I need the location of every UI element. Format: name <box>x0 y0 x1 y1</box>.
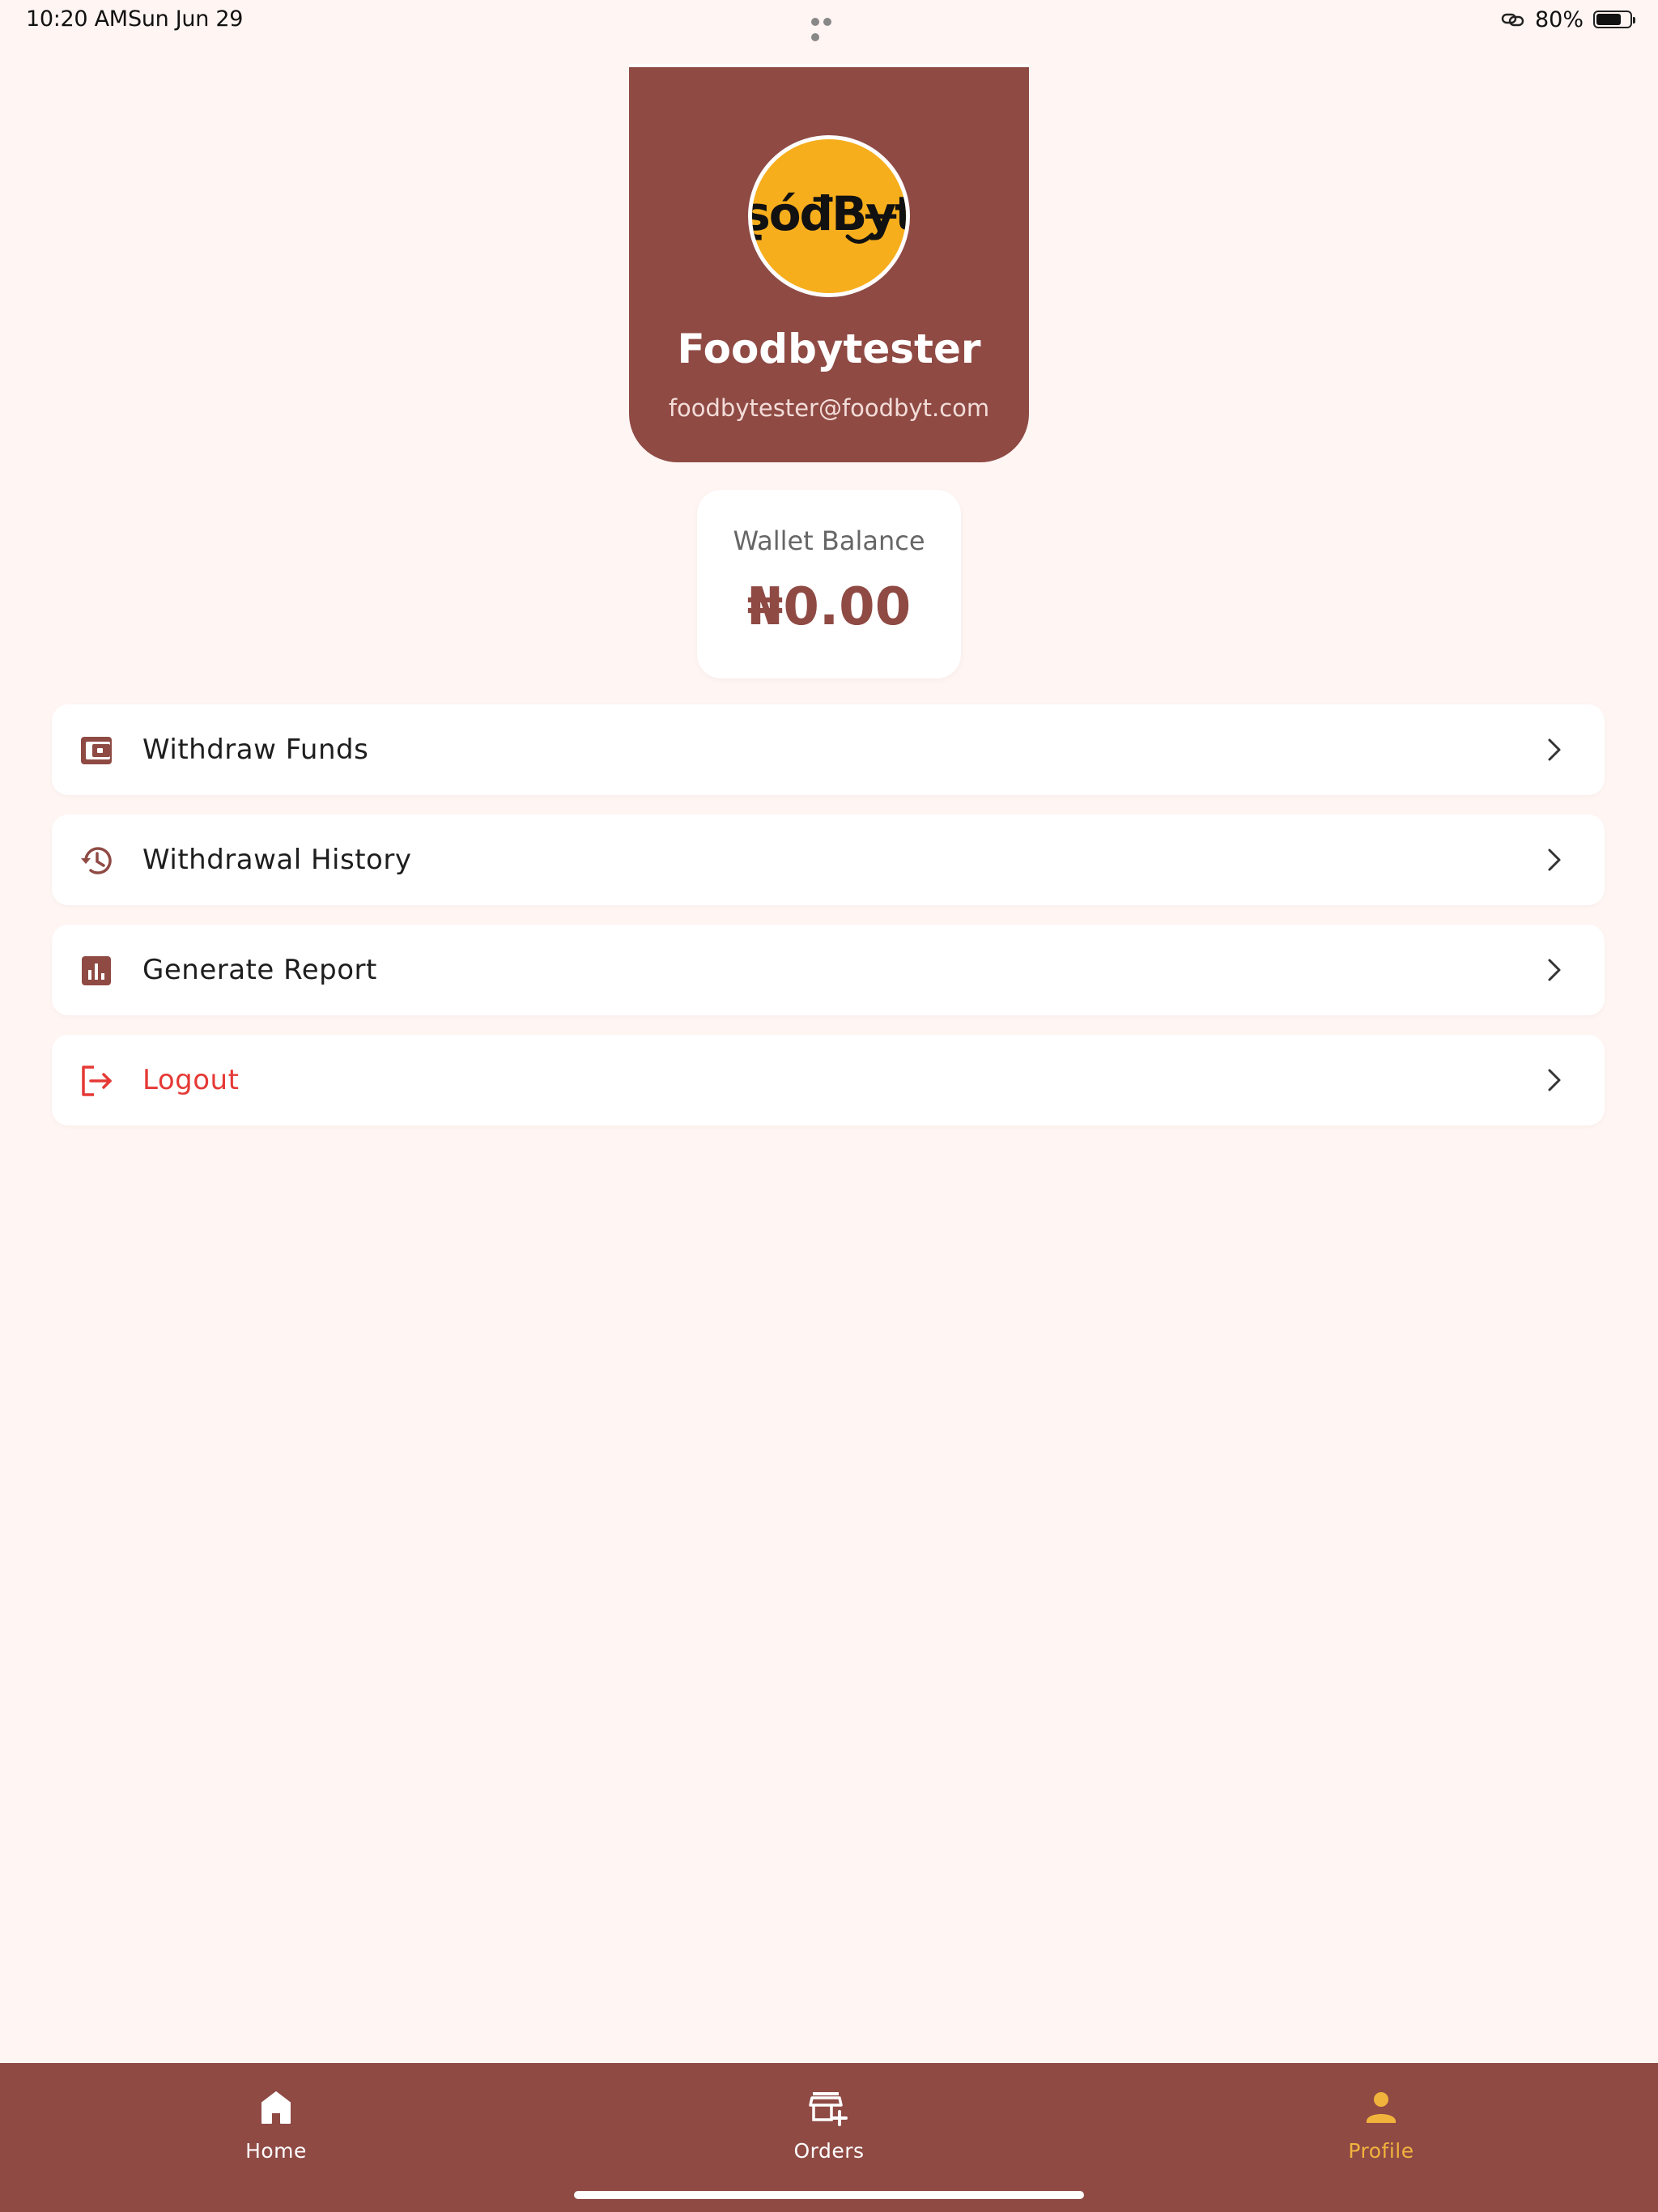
avatar[interactable]: ʂóđBɏt <box>748 135 910 297</box>
wallet-balance-label: Wallet Balance <box>733 525 925 556</box>
foodbyt-logo: ʂóđBɏt <box>752 139 906 293</box>
chevron-right-icon <box>1548 849 1561 871</box>
store-add-icon <box>809 2092 848 2126</box>
person-icon <box>1367 2092 1396 2123</box>
profile-header: ʂóđBɏt Foodbytester foodbytester@foodbyt… <box>629 64 1029 462</box>
chevron-right-icon <box>1548 959 1561 981</box>
nav-item-orders[interactable]: Orders <box>748 2087 910 2163</box>
chevron-right-icon <box>1548 1069 1561 1091</box>
menu-item-label: Withdraw Funds <box>142 734 369 766</box>
menu-item-withdraw-funds[interactable]: Withdraw Funds <box>52 704 1605 795</box>
battery-percent: 80% <box>1534 6 1584 32</box>
wallet-balance-amount: ₦0.00 <box>746 577 912 637</box>
nav-label: Home <box>245 2139 307 2163</box>
home-indicator[interactable] <box>574 2191 1084 2199</box>
svg-text:ʂóđBɏt: ʂóđBɏt <box>752 186 906 241</box>
status-time: 10:20 AM <box>26 6 128 32</box>
logout-icon <box>82 1066 112 1096</box>
profile-name: Foodbytester <box>677 325 981 372</box>
chevron-right-icon <box>1548 738 1561 761</box>
link-icon <box>1501 13 1524 27</box>
wallet-balance-card: Wallet Balance ₦0.00 <box>697 490 961 678</box>
menu-item-label: Generate Report <box>142 954 377 986</box>
home-icon <box>261 2091 291 2124</box>
status-date: Sun Jun 29 <box>128 6 244 32</box>
nav-label: Orders <box>793 2139 865 2163</box>
nav-label: Profile <box>1348 2139 1414 2163</box>
profile-email: foodbytester@foodbyt.com <box>668 394 990 422</box>
multitasking-dots-icon[interactable] <box>811 14 847 41</box>
nav-item-profile[interactable]: Profile <box>1300 2087 1462 2163</box>
menu-item-logout[interactable]: Logout <box>52 1035 1605 1125</box>
nav-item-home[interactable]: Home <box>195 2087 357 2163</box>
history-icon <box>81 847 112 874</box>
wallet-icon <box>81 737 112 764</box>
menu-item-withdrawal-history[interactable]: Withdrawal History <box>52 815 1605 905</box>
battery-icon <box>1593 11 1635 28</box>
menu-item-label: Withdrawal History <box>142 844 412 876</box>
bottom-navigation: Home Orders Profile <box>0 2063 1658 2212</box>
menu-item-generate-report[interactable]: Generate Report <box>52 925 1605 1015</box>
status-indicators: 80% <box>1501 5 1635 34</box>
menu-item-label: Logout <box>142 1064 240 1096</box>
bar-chart-icon <box>82 956 111 985</box>
status-bar: 10:20 AM Sun Jun 29 80% <box>0 0 1658 41</box>
